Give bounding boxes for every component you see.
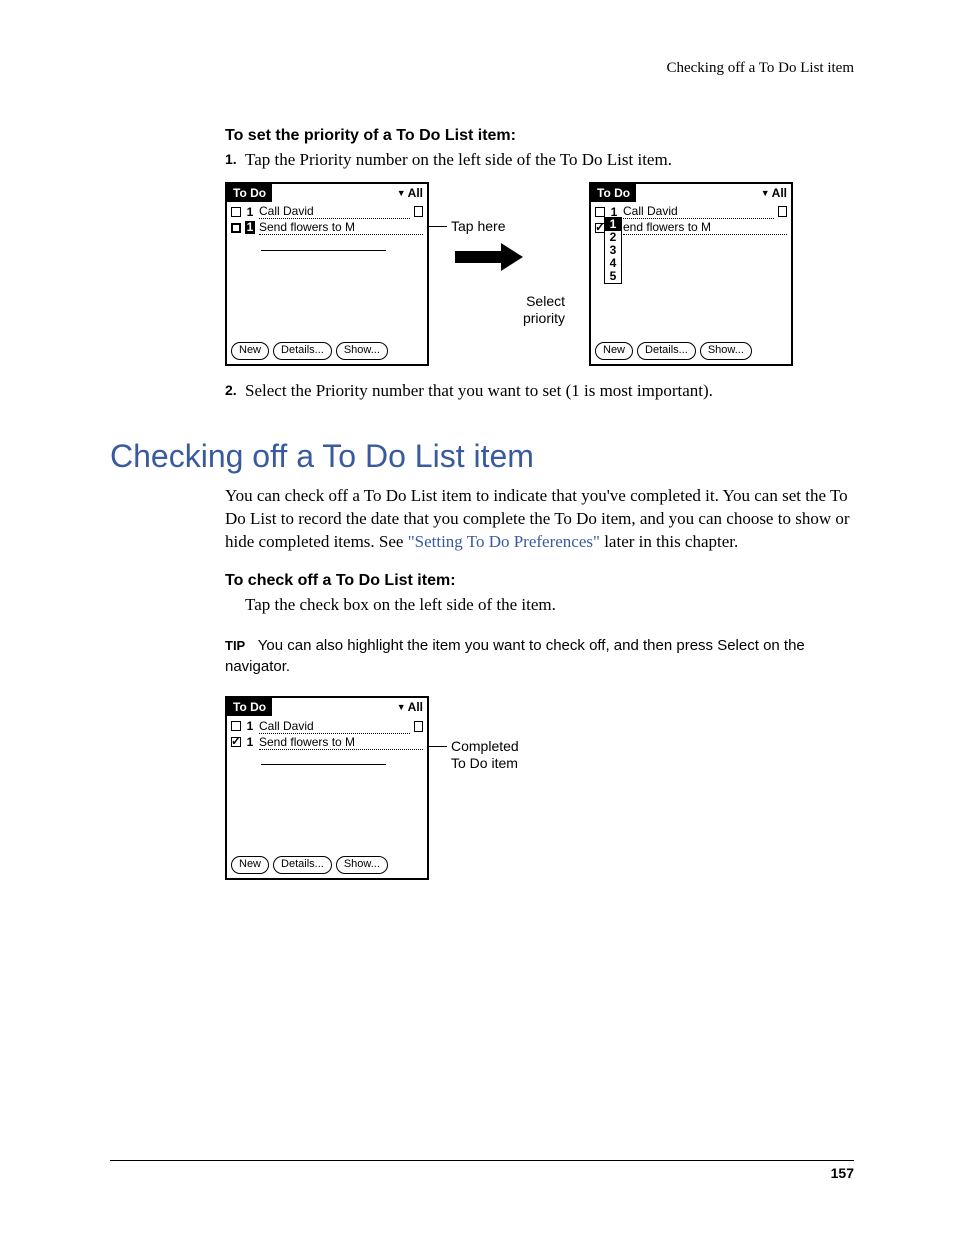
priority-option[interactable]: 2 [605,231,621,244]
priority-option[interactable]: 4 [605,257,621,270]
page-footer: 157 [110,1160,854,1181]
palm-filter-label: All [772,186,787,200]
details-button[interactable]: Details... [273,342,332,360]
todo-text[interactable]: Send flowers to M [259,220,423,235]
palm-filter-label: All [408,186,423,200]
todo-text[interactable]: Send flowers to M [259,735,423,750]
priority-number[interactable]: 1 [245,205,255,219]
callout-select-priority-l2: priority [523,310,565,327]
todo-row[interactable]: 1 Call David [595,204,787,220]
step-2-number: 2. [225,381,237,400]
palm-screen-after: To Do ▼ All 1 Call David [589,182,793,366]
step-2-text: Select the Priority number that you want… [245,381,713,400]
note-icon[interactable] [414,721,423,732]
priority-number-highlighted[interactable]: 1 [245,221,255,234]
todo-text[interactable]: Call David [259,719,410,734]
palm-filter[interactable]: ▼ All [397,186,427,200]
checkbox-icon[interactable] [595,207,605,217]
callout-completed-l2: To Do item [451,755,519,772]
checkbox-icon[interactable] [231,223,241,233]
todo-row[interactable]: 1 Call David [231,718,423,734]
todo-row-completed[interactable]: 1 Send flowers to M [231,734,423,750]
checkbox-checked-icon[interactable] [231,737,241,747]
section-title: Checking off a To Do List item [110,438,854,475]
check-off-heading: To check off a To Do List item: [225,572,854,590]
palm-filter[interactable]: ▼ All [397,700,427,714]
check-off-step: Tap the check box on the left side of th… [245,594,854,617]
palm-title: To Do [591,184,636,202]
set-priority-heading: To set the priority of a To Do List item… [225,127,854,145]
arrow-icon [455,245,525,269]
tip-block: TIP You can also highlight the item you … [225,635,854,679]
new-button[interactable]: New [595,342,633,360]
xref-setting-prefs[interactable]: "Setting To Do Preferences" [408,532,600,551]
todo-text[interactable]: end flowers to M [623,220,787,235]
details-button[interactable]: Details... [637,342,696,360]
step-1: 1. Tap the Priority number on the left s… [225,149,854,172]
new-button[interactable]: New [231,856,269,874]
show-button[interactable]: Show... [700,342,752,360]
figure-check-off: To Do ▼ All 1 Call David 1 [225,696,854,880]
show-button[interactable]: Show... [336,856,388,874]
checkbox-icon[interactable] [231,207,241,217]
checkbox-icon[interactable] [231,721,241,731]
step-1-text: Tap the Priority number on the left side… [245,150,672,169]
text-cursor-line [261,750,386,765]
todo-text[interactable]: Call David [623,204,774,219]
note-icon[interactable] [414,206,423,217]
details-button[interactable]: Details... [273,856,332,874]
priority-number[interactable]: 1 [245,735,255,749]
priority-option[interactable]: 5 [605,270,621,283]
priority-number[interactable]: 1 [245,719,255,733]
dropdown-icon: ▼ [397,702,406,712]
priority-option[interactable]: 3 [605,244,621,257]
tip-label: TIP [225,638,245,653]
todo-row[interactable]: 1 Call David [231,204,423,220]
new-button[interactable]: New [231,342,269,360]
para1-b: later in this chapter. [600,532,738,551]
callout-completed-l1: Completed [451,738,519,755]
palm-title: To Do [227,184,272,202]
step-2: 2. Select the Priority number that you w… [225,380,854,403]
callout-tap-here: Tap here [451,218,505,235]
palm-screen-completed: To Do ▼ All 1 Call David 1 [225,696,429,880]
figure-set-priority: To Do ▼ All 1 Call David 1 [225,182,854,366]
palm-screen-before: To Do ▼ All 1 Call David 1 [225,182,429,366]
running-header: Checking off a To Do List item [110,60,854,77]
palm-filter-label: All [408,700,423,714]
dropdown-icon: ▼ [761,188,770,198]
dropdown-icon: ▼ [397,188,406,198]
priority-option[interactable]: 1 [605,218,621,231]
palm-filter[interactable]: ▼ All [761,186,791,200]
show-button[interactable]: Show... [336,342,388,360]
todo-text[interactable]: Call David [259,204,410,219]
note-icon[interactable] [778,206,787,217]
step-1-number: 1. [225,150,237,169]
priority-popup[interactable]: 1 2 3 4 5 [604,217,622,284]
callout-select-priority-l1: Select [523,293,565,310]
tip-text: You can also highlight the item you want… [225,637,805,676]
page-number: 157 [110,1165,854,1181]
body-paragraph: You can check off a To Do List item to i… [225,485,854,554]
text-cursor-line [261,236,386,251]
todo-row[interactable]: 1 end flowers to M [595,220,787,236]
palm-title: To Do [227,698,272,716]
todo-row-selected[interactable]: 1 Send flowers to M [231,220,423,236]
